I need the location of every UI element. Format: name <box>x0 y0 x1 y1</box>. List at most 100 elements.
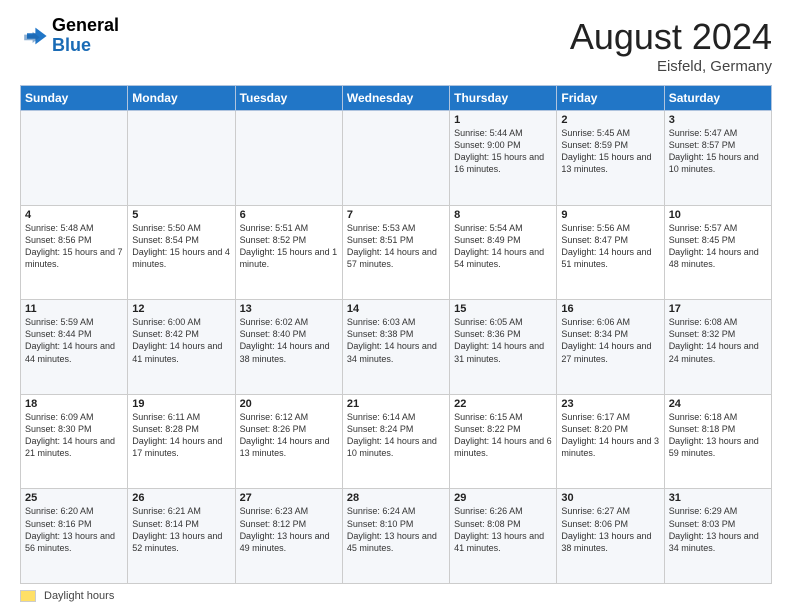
day-info: Sunrise: 6:11 AM Sunset: 8:28 PM Dayligh… <box>132 411 230 460</box>
page: General Blue August 2024 Eisfeld, German… <box>0 0 792 612</box>
day-number: 15 <box>454 303 552 315</box>
daylight-label: Daylight hours <box>44 590 114 602</box>
day-number: 3 <box>669 114 767 126</box>
day-number: 6 <box>240 209 338 221</box>
col-monday: Monday <box>128 86 235 111</box>
daylight-icon <box>20 590 36 602</box>
calendar-header-row: Sunday Monday Tuesday Wednesday Thursday… <box>21 86 772 111</box>
location: Eisfeld, Germany <box>570 58 772 75</box>
table-row: 29Sunrise: 6:26 AM Sunset: 8:08 PM Dayli… <box>450 489 557 584</box>
calendar-week-row: 25Sunrise: 6:20 AM Sunset: 8:16 PM Dayli… <box>21 489 772 584</box>
day-info: Sunrise: 5:51 AM Sunset: 8:52 PM Dayligh… <box>240 222 338 271</box>
day-info: Sunrise: 6:00 AM Sunset: 8:42 PM Dayligh… <box>132 316 230 365</box>
day-number: 27 <box>240 492 338 504</box>
day-number: 23 <box>561 398 659 410</box>
table-row: 30Sunrise: 6:27 AM Sunset: 8:06 PM Dayli… <box>557 489 664 584</box>
day-info: Sunrise: 5:56 AM Sunset: 8:47 PM Dayligh… <box>561 222 659 271</box>
day-info: Sunrise: 5:47 AM Sunset: 8:57 PM Dayligh… <box>669 127 767 176</box>
month-title: August 2024 <box>570 16 772 58</box>
table-row <box>128 111 235 206</box>
day-number: 7 <box>347 209 445 221</box>
day-number: 24 <box>669 398 767 410</box>
table-row: 13Sunrise: 6:02 AM Sunset: 8:40 PM Dayli… <box>235 300 342 395</box>
calendar-week-row: 1Sunrise: 5:44 AM Sunset: 9:00 PM Daylig… <box>21 111 772 206</box>
calendar-week-row: 11Sunrise: 5:59 AM Sunset: 8:44 PM Dayli… <box>21 300 772 395</box>
col-saturday: Saturday <box>664 86 771 111</box>
day-info: Sunrise: 6:17 AM Sunset: 8:20 PM Dayligh… <box>561 411 659 460</box>
table-row: 5Sunrise: 5:50 AM Sunset: 8:54 PM Daylig… <box>128 205 235 300</box>
day-info: Sunrise: 6:29 AM Sunset: 8:03 PM Dayligh… <box>669 505 767 554</box>
day-info: Sunrise: 5:44 AM Sunset: 9:00 PM Dayligh… <box>454 127 552 176</box>
col-tuesday: Tuesday <box>235 86 342 111</box>
calendar-week-row: 18Sunrise: 6:09 AM Sunset: 8:30 PM Dayli… <box>21 394 772 489</box>
logo-general: General <box>52 16 119 36</box>
day-info: Sunrise: 6:05 AM Sunset: 8:36 PM Dayligh… <box>454 316 552 365</box>
table-row: 8Sunrise: 5:54 AM Sunset: 8:49 PM Daylig… <box>450 205 557 300</box>
day-info: Sunrise: 6:24 AM Sunset: 8:10 PM Dayligh… <box>347 505 445 554</box>
logo: General Blue <box>20 16 119 56</box>
day-number: 31 <box>669 492 767 504</box>
footer: Daylight hours <box>20 590 772 602</box>
day-number: 2 <box>561 114 659 126</box>
table-row: 21Sunrise: 6:14 AM Sunset: 8:24 PM Dayli… <box>342 394 449 489</box>
day-info: Sunrise: 5:59 AM Sunset: 8:44 PM Dayligh… <box>25 316 123 365</box>
day-info: Sunrise: 6:21 AM Sunset: 8:14 PM Dayligh… <box>132 505 230 554</box>
day-info: Sunrise: 6:20 AM Sunset: 8:16 PM Dayligh… <box>25 505 123 554</box>
day-number: 4 <box>25 209 123 221</box>
table-row: 23Sunrise: 6:17 AM Sunset: 8:20 PM Dayli… <box>557 394 664 489</box>
day-number: 9 <box>561 209 659 221</box>
table-row <box>342 111 449 206</box>
day-number: 20 <box>240 398 338 410</box>
day-info: Sunrise: 5:48 AM Sunset: 8:56 PM Dayligh… <box>25 222 123 271</box>
day-number: 30 <box>561 492 659 504</box>
day-number: 13 <box>240 303 338 315</box>
day-number: 18 <box>25 398 123 410</box>
table-row: 26Sunrise: 6:21 AM Sunset: 8:14 PM Dayli… <box>128 489 235 584</box>
table-row: 31Sunrise: 6:29 AM Sunset: 8:03 PM Dayli… <box>664 489 771 584</box>
logo-text: General Blue <box>52 16 119 56</box>
day-info: Sunrise: 5:50 AM Sunset: 8:54 PM Dayligh… <box>132 222 230 271</box>
table-row: 24Sunrise: 6:18 AM Sunset: 8:18 PM Dayli… <box>664 394 771 489</box>
day-info: Sunrise: 6:08 AM Sunset: 8:32 PM Dayligh… <box>669 316 767 365</box>
day-number: 19 <box>132 398 230 410</box>
table-row: 14Sunrise: 6:03 AM Sunset: 8:38 PM Dayli… <box>342 300 449 395</box>
title-block: August 2024 Eisfeld, Germany <box>570 16 772 75</box>
day-number: 8 <box>454 209 552 221</box>
calendar-week-row: 4Sunrise: 5:48 AM Sunset: 8:56 PM Daylig… <box>21 205 772 300</box>
day-info: Sunrise: 6:26 AM Sunset: 8:08 PM Dayligh… <box>454 505 552 554</box>
table-row: 25Sunrise: 6:20 AM Sunset: 8:16 PM Dayli… <box>21 489 128 584</box>
logo-blue: Blue <box>52 36 119 56</box>
day-number: 22 <box>454 398 552 410</box>
table-row <box>21 111 128 206</box>
day-number: 28 <box>347 492 445 504</box>
table-row: 19Sunrise: 6:11 AM Sunset: 8:28 PM Dayli… <box>128 394 235 489</box>
day-number: 11 <box>25 303 123 315</box>
day-info: Sunrise: 6:12 AM Sunset: 8:26 PM Dayligh… <box>240 411 338 460</box>
day-number: 5 <box>132 209 230 221</box>
day-number: 14 <box>347 303 445 315</box>
day-number: 1 <box>454 114 552 126</box>
day-number: 10 <box>669 209 767 221</box>
day-info: Sunrise: 6:14 AM Sunset: 8:24 PM Dayligh… <box>347 411 445 460</box>
header: General Blue August 2024 Eisfeld, German… <box>20 16 772 75</box>
day-number: 21 <box>347 398 445 410</box>
table-row: 3Sunrise: 5:47 AM Sunset: 8:57 PM Daylig… <box>664 111 771 206</box>
table-row: 12Sunrise: 6:00 AM Sunset: 8:42 PM Dayli… <box>128 300 235 395</box>
day-info: Sunrise: 6:09 AM Sunset: 8:30 PM Dayligh… <box>25 411 123 460</box>
col-wednesday: Wednesday <box>342 86 449 111</box>
col-sunday: Sunday <box>21 86 128 111</box>
table-row: 9Sunrise: 5:56 AM Sunset: 8:47 PM Daylig… <box>557 205 664 300</box>
day-info: Sunrise: 6:03 AM Sunset: 8:38 PM Dayligh… <box>347 316 445 365</box>
table-row: 17Sunrise: 6:08 AM Sunset: 8:32 PM Dayli… <box>664 300 771 395</box>
day-number: 17 <box>669 303 767 315</box>
col-friday: Friday <box>557 86 664 111</box>
day-number: 12 <box>132 303 230 315</box>
day-info: Sunrise: 6:06 AM Sunset: 8:34 PM Dayligh… <box>561 316 659 365</box>
table-row: 28Sunrise: 6:24 AM Sunset: 8:10 PM Dayli… <box>342 489 449 584</box>
day-number: 25 <box>25 492 123 504</box>
day-info: Sunrise: 6:27 AM Sunset: 8:06 PM Dayligh… <box>561 505 659 554</box>
table-row: 15Sunrise: 6:05 AM Sunset: 8:36 PM Dayli… <box>450 300 557 395</box>
day-info: Sunrise: 5:57 AM Sunset: 8:45 PM Dayligh… <box>669 222 767 271</box>
day-number: 26 <box>132 492 230 504</box>
day-info: Sunrise: 5:45 AM Sunset: 8:59 PM Dayligh… <box>561 127 659 176</box>
